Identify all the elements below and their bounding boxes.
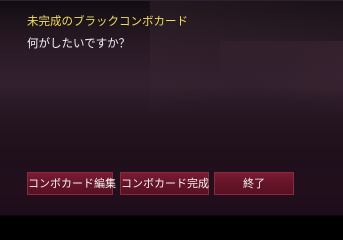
dialog-button-row: コンボカード編集 コンボカード完成 終了: [27, 172, 295, 195]
background-scenery-band: [0, 71, 343, 101]
exit-button[interactable]: 終了: [214, 172, 294, 195]
combo-card-dialog: 未完成のブラックコンボカード 何がしたいですか？ コンボカード編集 コンボカード…: [0, 0, 343, 216]
complete-combo-card-button[interactable]: コンボカード完成: [120, 172, 209, 195]
dialog-prompt: 何がしたいですか？: [27, 36, 131, 50]
dialog-title: 未完成のブラックコンボカード: [27, 14, 188, 28]
edit-combo-card-button[interactable]: コンボカード編集: [27, 172, 116, 195]
background-scenery-highlight: [220, 41, 343, 111]
